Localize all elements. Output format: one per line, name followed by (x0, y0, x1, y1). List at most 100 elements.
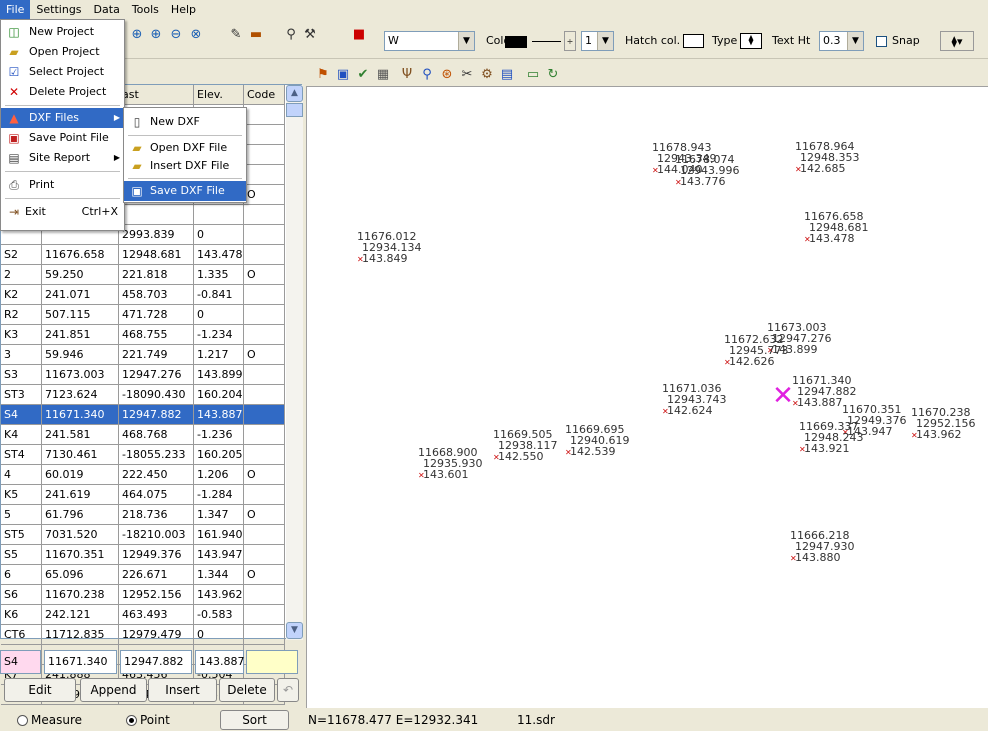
menu-dxf-files[interactable]: ▲ DXF Files ▶ (1, 108, 124, 128)
survey-point-label[interactable]: 11676.658 12948.681 143.478 ✕ (804, 211, 869, 244)
table-row[interactable]: 4 60.019 222.450 1.206 O (1, 465, 285, 485)
survey-point-label[interactable]: 11671.036 12943.743 142.624 ✕ (662, 383, 727, 416)
bulb-dropdown-icon[interactable]: ⧫▾ (940, 31, 974, 51)
zoom-extents-icon[interactable]: ⊗ (186, 25, 206, 45)
check-tool-icon[interactable]: ✔ (353, 65, 373, 85)
layer-icon[interactable]: ■ (349, 25, 369, 45)
point-radio[interactable] (126, 715, 137, 726)
survey-tool-icon[interactable]: ⚙ (477, 65, 497, 85)
binoculars-icon[interactable]: ⚲ (281, 25, 301, 45)
menu-delete-project[interactable]: ✕ Delete Project (1, 82, 124, 102)
level-tool-icon[interactable]: Ψ (397, 65, 417, 85)
text-height-select[interactable]: 0.3 ▼ (819, 31, 864, 51)
table-row[interactable]: 3 59.946 221.749 1.217 O (1, 345, 285, 365)
undo-icon[interactable]: ↶ (277, 678, 299, 702)
table-row[interactable]: 6 65.096 226.671 1.344 O (1, 565, 285, 585)
survey-point-label[interactable]: 11670.238 12952.156 143.962 ✕ (911, 407, 976, 440)
menu-print[interactable]: ⎙ Print (1, 175, 124, 195)
measure-radio[interactable] (17, 715, 28, 726)
cut-tool-icon[interactable]: ✂ (457, 65, 477, 85)
scroll-up-icon[interactable]: ▲ (286, 85, 303, 102)
table-row[interactable]: 2 59.250 221.818 1.335 O (1, 265, 285, 285)
snap-checkbox[interactable] (876, 36, 887, 47)
append-button[interactable]: Append (80, 678, 147, 702)
survey-point-label[interactable]: 11678.964 12948.353 142.685 ✕ (795, 141, 860, 174)
table-row[interactable]: S2 11676.658 12948.681 143.478 (1, 245, 285, 265)
menu-new-project[interactable]: ◫ New Project (1, 22, 124, 42)
table-row[interactable]: K4 241.581 468.768 -1.236 (1, 425, 285, 445)
menu-data[interactable]: Data (88, 0, 126, 19)
table-row[interactable]: CT6 11712.835 12979.479 0 (1, 625, 285, 645)
delete-button[interactable]: Delete (219, 678, 275, 702)
menu-insert-dxf[interactable]: ▰ Insert DXF File (124, 156, 246, 176)
menu-settings[interactable]: Settings (30, 0, 87, 19)
table-row[interactable]: K3 241.851 468.755 -1.234 (1, 325, 285, 345)
survey-point-label[interactable]: 11669.337 12948.243 143.921 ✕ (799, 421, 864, 454)
export-tool-icon[interactable]: ▤ (497, 65, 517, 85)
insert-button[interactable]: Insert (148, 678, 217, 702)
color-swatch[interactable] (505, 36, 527, 48)
sort-button[interactable]: Sort (220, 710, 289, 730)
target-tool-icon[interactable]: ⊛ (437, 65, 457, 85)
refresh-tool-icon[interactable]: ↻ (543, 65, 563, 85)
scroll-thumb[interactable] (286, 103, 303, 117)
menu-select-project[interactable]: ☑ Select Project (1, 62, 124, 82)
scroll-down-icon[interactable]: ▼ (286, 622, 303, 639)
search-tool-icon[interactable]: ⚲ (417, 65, 437, 85)
survey-point-label[interactable]: 11669.505 12938.117 142.550 ✕ (493, 429, 558, 462)
pencil-icon[interactable]: ✎ (226, 25, 246, 45)
table-row[interactable]: ST3 7123.624 -18090.430 160.204 (1, 385, 285, 405)
edit-north-field[interactable]: 11671.340 (44, 650, 117, 674)
point-tool-icon[interactable]: ⚑ (313, 65, 333, 85)
menu-site-report[interactable]: ▤ Site Report ▶ (1, 148, 124, 168)
edit-east-field[interactable]: 12947.882 (120, 650, 192, 674)
header-east[interactable]: ast (119, 85, 194, 105)
survey-point-label[interactable]: 11672.632 12945.773 142.626 ✕ (724, 334, 789, 367)
select-icon[interactable]: ⚒ (300, 25, 320, 45)
table-row[interactable]: ST4 7130.461 -18055.233 160.205 (1, 445, 285, 465)
grid-tool-icon[interactable]: ▦ (373, 65, 393, 85)
survey-point-label[interactable]: 11678.074 12943.996 143.776 ✕ (675, 154, 740, 187)
menu-save-dxf[interactable]: ▣ Save DXF File (124, 181, 246, 201)
layer-select[interactable]: W ▼ (384, 31, 475, 51)
vertical-scrollbar[interactable]: ▲ ▼ (286, 85, 303, 640)
measure-icon[interactable]: ▬ (246, 25, 266, 45)
table-row[interactable]: K5 241.619 464.075 -1.284 (1, 485, 285, 505)
menu-new-dxf[interactable]: ▯ New DXF (124, 112, 246, 132)
survey-point-label[interactable]: 11676.012 12934.134 143.849 ✕ (357, 231, 422, 264)
header-elev[interactable]: Elev. (194, 85, 244, 105)
hatch-color-swatch[interactable] (683, 34, 704, 48)
table-row[interactable]: S5 11670.351 12949.376 143.947 (1, 545, 285, 565)
table-row[interactable]: S3 11673.003 12947.276 143.899 (1, 365, 285, 385)
menu-file[interactable]: File (0, 0, 31, 19)
type-selector[interactable]: ⧫ (740, 33, 762, 49)
green-tool-icon[interactable]: ▭ (523, 65, 543, 85)
menu-help[interactable]: Help (165, 0, 202, 19)
menu-save-point-file[interactable]: ▣ Save Point File (1, 128, 124, 148)
spinner-icon[interactable]: ÷ (564, 31, 576, 51)
table-row[interactable]: R2 507.115 471.728 0 (1, 305, 285, 325)
header-code[interactable]: Code (244, 85, 285, 105)
edit-button[interactable]: Edit (4, 678, 76, 702)
menu-tools[interactable]: Tools (126, 0, 165, 19)
edit-tool-icon[interactable]: ▣ (333, 65, 353, 85)
survey-point-label[interactable]: 11668.900 12935.930 143.601 ✕ (418, 447, 483, 480)
survey-point-label[interactable]: 11669.695 12940.619 142.539 ✕ (565, 424, 630, 457)
drawing-canvas[interactable]: 11678.943 12943.349 144.040 ✕ 11678.074 12943… (306, 86, 988, 708)
table-row[interactable]: S6 11670.238 12952.156 143.962 (1, 585, 285, 605)
edit-pt-field[interactable]: S4 (0, 650, 41, 674)
zoom-in-icon[interactable]: ⊕ (127, 25, 147, 45)
menu-open-dxf[interactable]: ▰ Open DXF File (124, 138, 246, 158)
edit-code-field[interactable] (246, 650, 298, 674)
table-row[interactable]: ST5 7031.520 -18210.003 161.940 (1, 525, 285, 545)
line-width-select[interactable]: 1 ▼ (581, 31, 614, 51)
edit-elev-field[interactable]: 143.887 (195, 650, 245, 674)
table-row[interactable]: 5 61.796 218.736 1.347 O (1, 505, 285, 525)
zoom-out-icon[interactable]: ⊖ (166, 25, 186, 45)
table-row[interactable]: K2 241.071 458.703 -0.841 (1, 285, 285, 305)
menu-exit[interactable]: ⇥ Exit Ctrl+X (1, 202, 124, 222)
survey-point-label[interactable]: 11666.218 12947.930 143.880 ✕ (790, 530, 855, 563)
menu-open-project[interactable]: ▰ Open Project (1, 42, 124, 62)
table-row[interactable]: K6 242.121 463.493 -0.583 (1, 605, 285, 625)
table-row[interactable]: S4 11671.340 12947.882 143.887 (1, 405, 285, 425)
